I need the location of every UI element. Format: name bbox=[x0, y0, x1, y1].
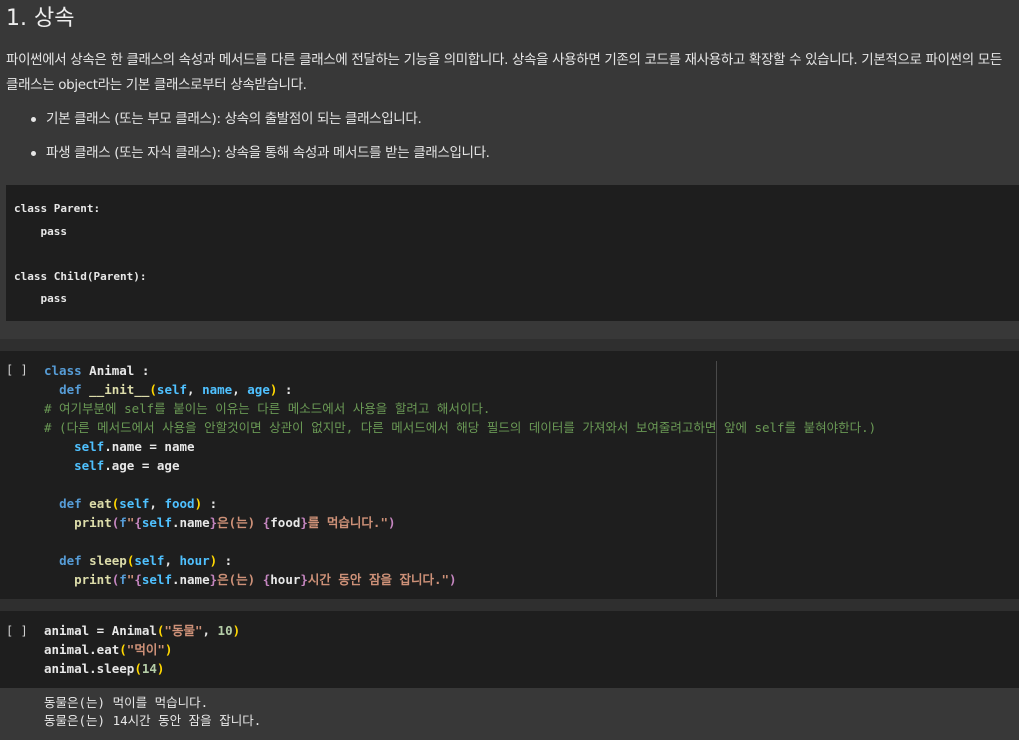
code-editor[interactable]: class Animal : def __init__(self, name, … bbox=[44, 361, 876, 589]
intro-paragraph: 파이썬에서 상속은 한 클래스의 속성과 메서드를 다른 클래스에 전달하는 기… bbox=[6, 52, 1002, 93]
code-line: animal.sleep(14) bbox=[44, 661, 165, 676]
markdown-code-block: class Parent: pass class Child(Parent): … bbox=[6, 185, 1019, 321]
markdown-cell[interactable]: 1. 상속 파이썬에서 상속은 한 클래스의 속성과 메서드를 다른 클래스에 … bbox=[0, 0, 1019, 163]
cell-separator bbox=[0, 339, 1019, 351]
code-line: animal = Animal("동물", 10) bbox=[44, 623, 241, 638]
code-editor[interactable]: animal = Animal("동물", 10) animal.eat("먹이… bbox=[44, 621, 240, 678]
code-cell[interactable]: [ ] animal = Animal("동물", 10) animal.eat… bbox=[0, 611, 1019, 688]
code-comment: # (다른 메서드에서 사용을 안할것이면 상관이 없지만, 다른 메서드에서 … bbox=[44, 420, 877, 435]
code-line: self.name = name bbox=[74, 439, 195, 454]
code-cell[interactable]: [ ] class Animal : def __init__(self, na… bbox=[0, 351, 1019, 599]
bullet-list: 기본 클래스 (또는 부모 클래스): 상속의 출발점이 되는 클래스입니다. … bbox=[6, 109, 1013, 163]
code-line: animal.eat("먹이") bbox=[44, 642, 173, 657]
code-line: print(f"{self.name}은(는) {hour}시간 동안 잠을 잡… bbox=[74, 572, 457, 587]
code-line: def __init__(self, name, age) : bbox=[59, 382, 293, 397]
page-title: 1. 상속 bbox=[6, 6, 75, 31]
code-line: def sleep(self, hour) : bbox=[59, 553, 233, 568]
cell-output: 동물은(는) 먹이를 먹습니다. 동물은(는) 14시간 동안 잠을 잡니다. bbox=[0, 688, 1019, 740]
code-line: print(f"{self.name}은(는) {food}를 먹습니다.") bbox=[74, 515, 396, 530]
bullet-icon bbox=[31, 117, 36, 122]
code-line: def eat(self, food) : bbox=[59, 496, 218, 511]
code-line: class Animal : bbox=[44, 363, 150, 378]
output-line: 동물은(는) 먹이를 먹습니다. bbox=[44, 695, 209, 710]
bullet-icon bbox=[31, 151, 36, 156]
run-cell-button[interactable]: [ ] bbox=[6, 363, 28, 377]
output-line: 동물은(는) 14시간 동안 잠을 잡니다. bbox=[44, 713, 262, 728]
run-cell-button[interactable]: [ ] bbox=[6, 624, 28, 638]
list-item: 기본 클래스 (또는 부모 클래스): 상속의 출발점이 되는 클래스입니다. bbox=[6, 109, 1013, 129]
list-item: 파생 클래스 (또는 자식 클래스): 상속을 통해 속성과 메서드를 받는 클… bbox=[6, 143, 1013, 163]
code-line: self.age = age bbox=[74, 458, 180, 473]
cell-separator bbox=[0, 599, 1019, 611]
code-comment: # 여기부분에 self를 붙이는 이유는 다른 메소드에서 사용을 할려고 해… bbox=[44, 401, 491, 416]
